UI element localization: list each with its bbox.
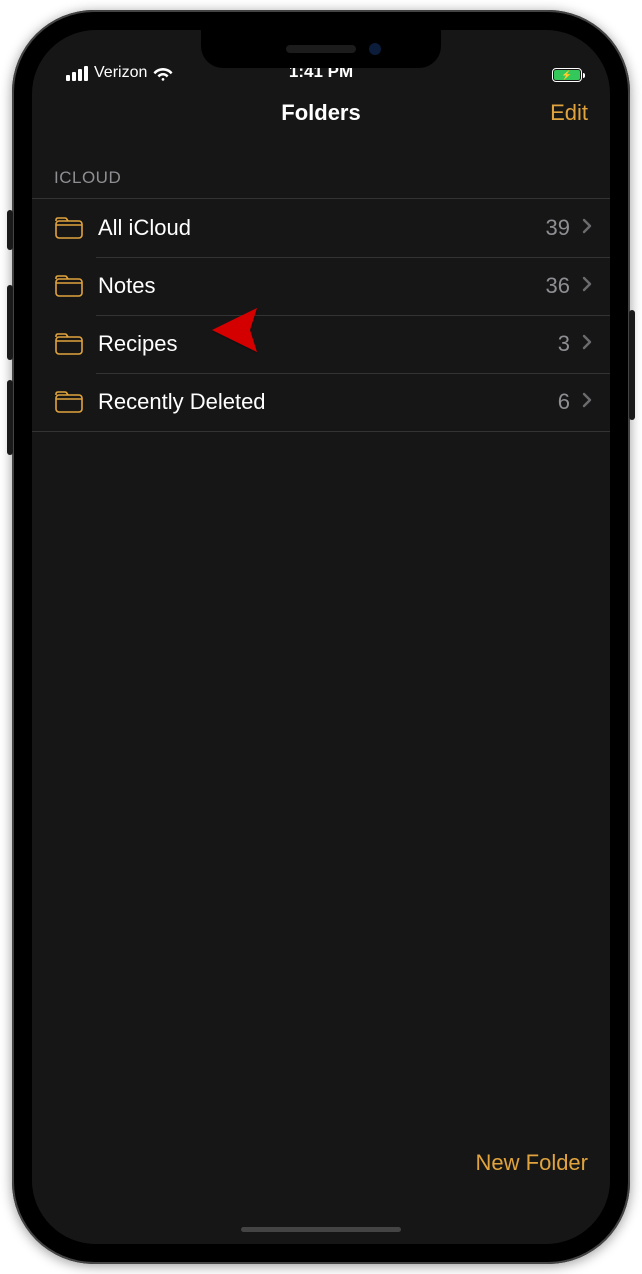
nav-bar: Folders Edit <box>32 84 610 142</box>
wifi-icon <box>153 66 173 81</box>
folder-name-label: Recipes <box>98 331 558 357</box>
screen: Verizon 1:41 PM ⚡ Folders Edit ICLOUD <box>32 30 610 1244</box>
notch <box>201 30 441 68</box>
folder-row-recently-deleted[interactable]: Recently Deleted 6 <box>32 373 610 431</box>
chevron-right-icon <box>582 334 592 355</box>
battery-icon: ⚡ <box>552 68 582 82</box>
folder-icon <box>54 391 84 413</box>
folder-row-all-icloud[interactable]: All iCloud 39 <box>32 199 610 257</box>
folder-icon <box>54 217 84 239</box>
status-left: Verizon <box>66 64 173 82</box>
folder-icon <box>54 275 84 297</box>
page-title: Folders <box>281 100 360 126</box>
section-header-icloud: ICLOUD <box>32 142 610 198</box>
folder-count-label: 36 <box>546 273 570 299</box>
phone-frame: Verizon 1:41 PM ⚡ Folders Edit ICLOUD <box>12 10 630 1264</box>
chevron-right-icon <box>582 218 592 239</box>
speaker <box>286 45 356 53</box>
status-right: ⚡ <box>552 68 582 82</box>
folder-count-label: 3 <box>558 331 570 357</box>
edit-button[interactable]: Edit <box>550 100 588 126</box>
chevron-right-icon <box>582 392 592 413</box>
folder-list: All iCloud 39 Notes 36 <box>32 198 610 431</box>
folder-name-label: Recently Deleted <box>98 389 558 415</box>
signal-icon <box>66 66 88 81</box>
folder-name-label: All iCloud <box>98 215 546 241</box>
folder-row-recipes[interactable]: Recipes 3 <box>32 315 610 373</box>
folder-count-label: 6 <box>558 389 570 415</box>
folder-name-label: Notes <box>98 273 546 299</box>
folder-count-label: 39 <box>546 215 570 241</box>
volume-down-button <box>7 380 13 455</box>
bottom-toolbar: New Folder <box>32 1134 610 1244</box>
front-camera <box>369 43 381 55</box>
new-folder-button[interactable]: New Folder <box>476 1150 588 1176</box>
charging-icon: ⚡ <box>561 71 572 80</box>
folder-row-notes[interactable]: Notes 36 <box>32 257 610 315</box>
home-indicator[interactable] <box>241 1227 401 1232</box>
mute-switch <box>7 210 13 250</box>
carrier-label: Verizon <box>94 64 147 82</box>
volume-up-button <box>7 285 13 360</box>
folder-icon <box>54 333 84 355</box>
power-button <box>629 310 635 420</box>
chevron-right-icon <box>582 276 592 297</box>
